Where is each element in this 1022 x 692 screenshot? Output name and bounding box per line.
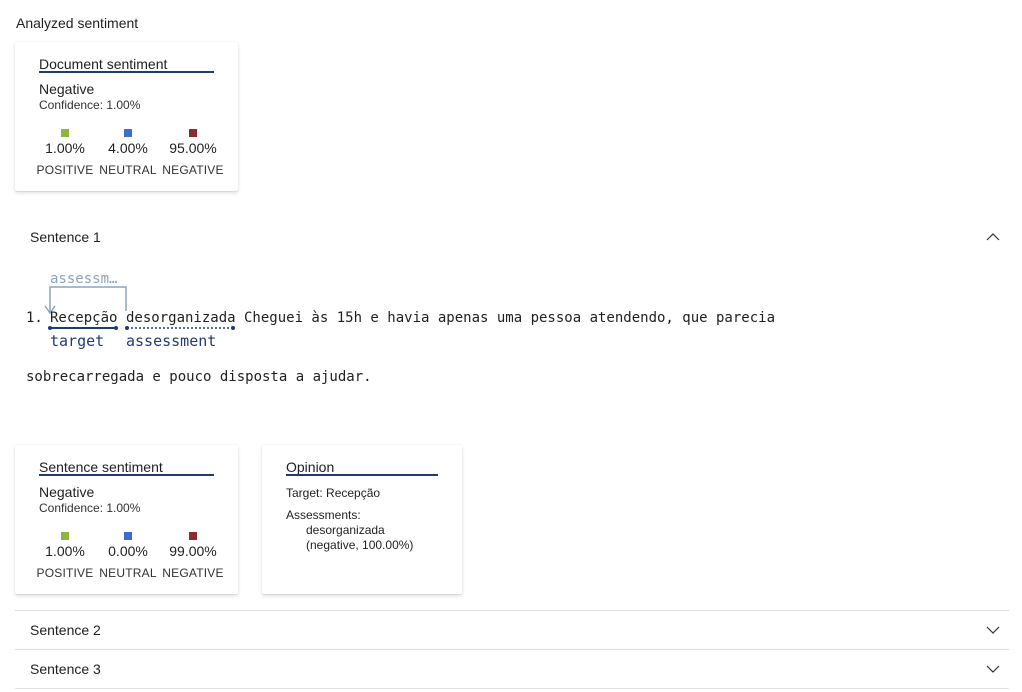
target-value: Recepção xyxy=(326,486,381,500)
divider xyxy=(15,688,1009,689)
sentiment-label: Negative xyxy=(39,81,95,97)
chevron-down-icon[interactable] xyxy=(985,622,1001,638)
target-tag: target xyxy=(50,332,105,350)
neutral-color-square xyxy=(124,129,132,137)
score-value: 99.00% xyxy=(169,543,217,559)
card-title: Opinion xyxy=(286,459,335,475)
score-value: 4.00% xyxy=(108,140,148,156)
card-title: Sentence sentiment xyxy=(39,459,163,475)
chevron-down-icon[interactable] xyxy=(985,661,1001,677)
score-label: POSITIVE xyxy=(36,566,94,580)
document-sentiment-card: Document sentiment Negative Confidence: … xyxy=(15,42,238,191)
assessment-detail: (negative, 100.00%) xyxy=(306,538,414,552)
opinion-card: Opinion Target: Recepção Assessments: de… xyxy=(262,445,462,594)
assessment-value: desorganizada xyxy=(306,523,385,537)
card-title-underline xyxy=(286,474,438,476)
confidence-label: Confidence: 1.00% xyxy=(39,98,141,112)
score-value: 1.00% xyxy=(45,140,85,156)
score-value: 0.00% xyxy=(108,543,148,559)
chevron-up-icon[interactable] xyxy=(985,229,1001,245)
assessment-word[interactable]: desorganizada xyxy=(126,310,236,326)
accordion-title: Sentence 3 xyxy=(30,661,101,677)
accordion-title: Sentence 2 xyxy=(30,622,101,638)
sentence-rest-line-1: Cheguei às 15h e havia apenas uma pessoa… xyxy=(244,310,776,326)
sentence-number: 1. xyxy=(26,310,43,326)
sentence-sentiment-card: Sentence sentiment Negative Confidence: … xyxy=(15,445,238,594)
target-word[interactable]: Recepção xyxy=(50,310,117,326)
score-label: NEGATIVE xyxy=(162,566,224,580)
analyzed-sentiment-page: Analyzed sentiment Document sentiment Ne… xyxy=(0,0,1022,692)
sentiment-label: Negative xyxy=(39,484,95,500)
score-label: NEUTRAL xyxy=(99,163,157,177)
score-value: 95.00% xyxy=(169,140,217,156)
card-title-underline xyxy=(39,474,214,476)
positive-color-square xyxy=(61,129,69,137)
card-title-underline xyxy=(39,71,214,73)
negative-color-square xyxy=(189,129,197,137)
assessments-label: Assessments: xyxy=(286,508,361,522)
section-heading: Analyzed sentiment xyxy=(16,15,139,31)
sentence-3-accordion-header[interactable]: Sentence 3 xyxy=(15,650,1009,688)
negative-color-square xyxy=(189,532,197,540)
confidence-label: Confidence: 1.00% xyxy=(39,501,141,515)
score-value: 1.00% xyxy=(45,543,85,559)
card-title: Document sentiment xyxy=(39,56,168,72)
sentence-line-2: sobrecarregada e pouco disposta a ajudar… xyxy=(26,369,372,385)
score-label: POSITIVE xyxy=(36,163,94,177)
accordion-title: Sentence 1 xyxy=(30,229,101,245)
assessment-tag: assessment xyxy=(126,332,217,350)
neutral-color-square xyxy=(124,532,132,540)
sentence-2-accordion-header[interactable]: Sentence 2 xyxy=(15,611,1009,649)
score-label: NEUTRAL xyxy=(99,566,157,580)
link-tag-label: assessm… xyxy=(50,271,118,287)
opinion-target: Target: Recepção xyxy=(286,486,380,500)
target-label: Target: xyxy=(286,486,323,500)
assessment-underline xyxy=(125,326,235,330)
target-underline xyxy=(48,326,118,330)
positive-color-square xyxy=(61,532,69,540)
sentence-1-accordion-header[interactable]: Sentence 1 xyxy=(15,218,1009,256)
score-label: NEGATIVE xyxy=(162,163,224,177)
